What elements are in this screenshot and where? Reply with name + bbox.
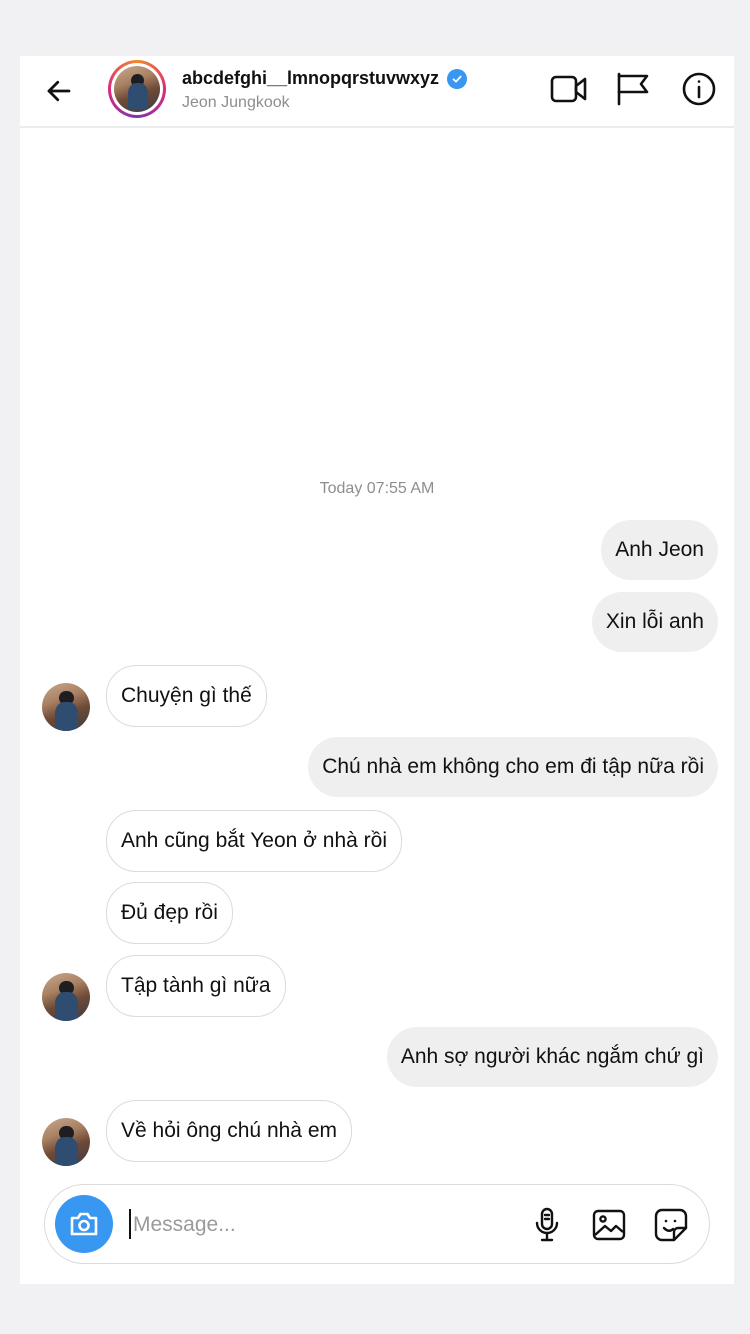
info-icon	[682, 72, 716, 106]
video-camera-icon	[550, 75, 587, 103]
message-incoming[interactable]: Tập tành gì nữa	[106, 955, 286, 1017]
sticker-icon	[654, 1208, 688, 1242]
info-button[interactable]	[680, 70, 718, 108]
sender-avatar[interactable]	[42, 1118, 90, 1166]
arrow-left-icon	[47, 80, 71, 102]
voice-button[interactable]	[527, 1205, 567, 1245]
gallery-button[interactable]	[589, 1205, 629, 1245]
avatar-image	[114, 66, 160, 112]
back-button[interactable]	[42, 74, 76, 108]
username: abcdefghi__lmnopqrstuvwxyz	[182, 68, 440, 88]
sender-avatar[interactable]	[42, 683, 90, 731]
chat-header: abcdefghi__lmnopqrstuvwxyz Jeon Jungkook	[20, 56, 734, 128]
text-caret	[129, 1209, 131, 1239]
display-name: Jeon Jungkook	[182, 94, 290, 111]
report-button[interactable]	[614, 70, 652, 108]
username-row[interactable]: abcdefghi__lmnopqrstuvwxyz	[182, 68, 468, 89]
message-outgoing[interactable]: Chú nhà em không cho em đi tập nữa rồi	[308, 737, 718, 797]
message-incoming[interactable]: Anh cũng bắt Yeon ở nhà rồi	[106, 810, 402, 872]
camera-icon	[70, 1212, 98, 1236]
message-input[interactable]	[133, 1205, 513, 1245]
message-outgoing[interactable]: Anh Jeon	[601, 520, 718, 580]
flag-icon	[617, 72, 649, 106]
video-call-button[interactable]	[550, 70, 588, 108]
message-incoming[interactable]: Đủ đẹp rồi	[106, 882, 233, 944]
image-icon	[592, 1209, 626, 1241]
message-composer	[44, 1184, 710, 1264]
message-outgoing[interactable]: Anh sợ người khác ngắm chứ gì	[386, 1027, 718, 1087]
sticker-button[interactable]	[651, 1205, 691, 1245]
chat-timestamp: Today 07:55 AM	[319, 480, 435, 497]
chat-screen: abcdefghi__lmnopqrstuvwxyz Jeon Jungkook…	[20, 56, 734, 1284]
camera-button[interactable]	[55, 1195, 113, 1253]
verified-badge-icon	[447, 68, 468, 89]
message-incoming[interactable]: Chuyện gì thế	[106, 665, 267, 727]
message-outgoing[interactable]: Xin lỗi anh	[591, 592, 718, 652]
profile-avatar[interactable]	[108, 60, 166, 118]
microphone-icon	[535, 1207, 559, 1242]
sender-avatar[interactable]	[42, 973, 90, 1021]
message-incoming[interactable]: Về hỏi ông chú nhà em	[106, 1100, 352, 1162]
